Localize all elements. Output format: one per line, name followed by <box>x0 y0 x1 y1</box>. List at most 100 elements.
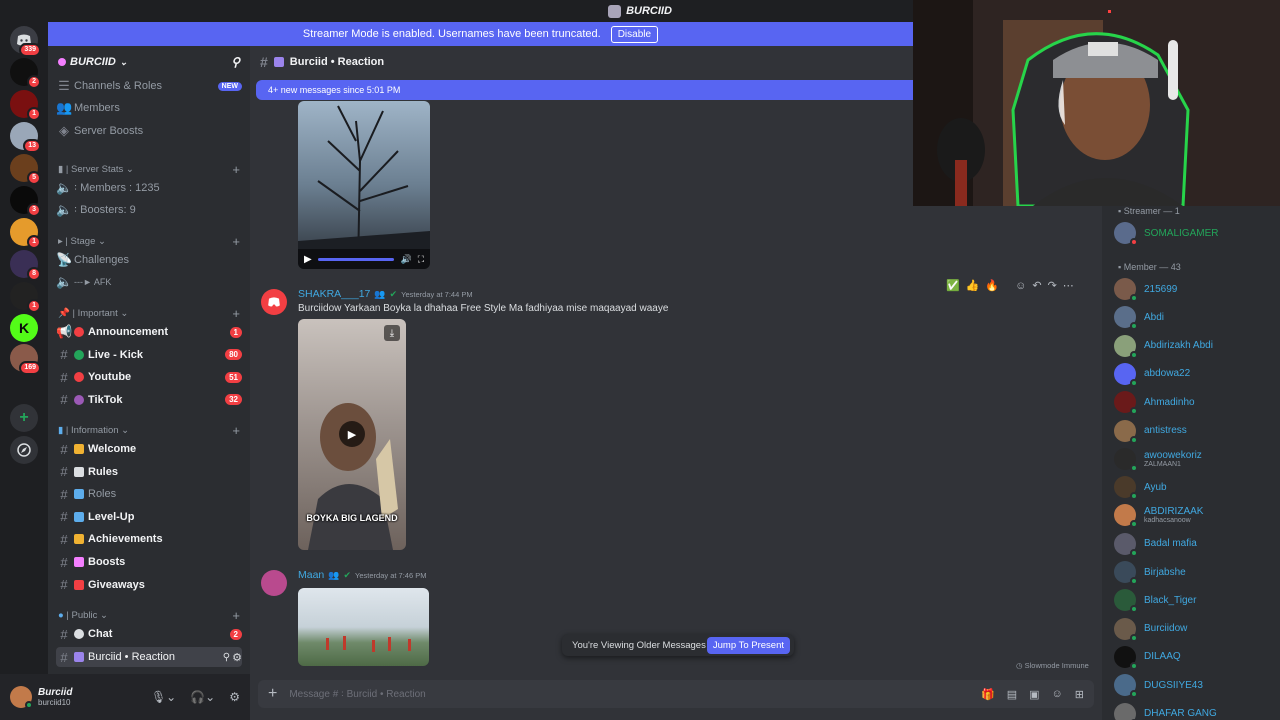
video-progress[interactable] <box>317 257 395 261</box>
disable-button[interactable]: Disable <box>610 25 659 43</box>
channel-item[interactable]: # Live - Kick 80 <box>56 345 242 365</box>
add-reaction-icon[interactable]: ☺ <box>1015 280 1026 292</box>
category-server-stats[interactable]: ▮ | Server Stats ⌄ + <box>58 161 240 177</box>
server-icon[interactable]: 13 <box>10 122 41 153</box>
sidebar-item-server-boosts[interactable]: ◈ Server Boosts <box>56 121 242 141</box>
plus-icon[interactable]: + <box>232 306 240 321</box>
avatar[interactable] <box>10 686 33 709</box>
channel-item[interactable]: # Youtube 51 <box>56 367 242 387</box>
play-icon[interactable]: ▶ <box>339 421 365 447</box>
server-icon[interactable]: 8 <box>10 250 41 281</box>
gear-icon[interactable]: ⚙ <box>232 651 242 664</box>
member-item[interactable]: awoowekoriz ZALMAAN1 <box>1114 447 1202 472</box>
channel-afk[interactable]: 🔈 ---► AFK <box>56 272 242 292</box>
sticker-icon[interactable]: ▣ <box>1029 688 1039 701</box>
add-server-button[interactable]: + <box>10 404 38 432</box>
member-item[interactable]: SOMALIGAMER <box>1114 221 1218 246</box>
channel-item[interactable]: # Achievements <box>56 529 242 549</box>
member-item[interactable]: abdowa22 <box>1114 362 1190 387</box>
message-input[interactable]: Message # ꞉ Burciid • Reaction <box>289 689 969 700</box>
check-reaction-icon[interactable]: ✅ <box>946 279 960 292</box>
server-icon[interactable]: 1 <box>10 218 41 249</box>
sidebar-item-members[interactable]: 👥 Members <box>56 98 242 118</box>
member-item[interactable]: 215699 <box>1114 277 1177 302</box>
message-author[interactable]: SHAKRA___17 <box>298 288 370 300</box>
avatar[interactable] <box>261 570 287 596</box>
member-item[interactable]: ABDIRIZAAK kadhacsanoow <box>1114 503 1203 529</box>
category-stage[interactable]: ▸ | Stage ⌄ + <box>58 233 240 249</box>
category-information[interactable]: ▮ | Information ⌄ + <box>58 422 240 438</box>
server-icon[interactable]: 3 <box>10 186 41 217</box>
sidebar-item-channels-roles[interactable]: ☰ Channels & Roles NEW <box>56 76 242 96</box>
stat-boosters[interactable]: 🔈 ꞉ Boosters: 9 <box>56 200 242 220</box>
message-author[interactable]: Maan <box>298 569 324 581</box>
channel-item[interactable]: # TikTok 32 <box>56 390 242 410</box>
channel-item[interactable]: 📢 Announcement 1 <box>56 322 242 342</box>
avatar[interactable] <box>261 289 287 315</box>
member-item[interactable]: DHAFAR GANG <box>1114 702 1217 720</box>
stat-members[interactable]: 🔈 ꞉ Members : 1235 <box>56 178 242 198</box>
volume-icon[interactable]: 🔊 <box>400 254 411 265</box>
channel-item[interactable]: # Rules <box>56 462 242 482</box>
apps-icon[interactable]: ⊞ <box>1075 688 1084 701</box>
fire-icon[interactable]: 🔥 <box>985 279 999 292</box>
plus-icon[interactable]: + <box>232 234 240 249</box>
member-item[interactable]: DILAAQ <box>1114 645 1181 670</box>
gift-icon[interactable]: 🎁 <box>981 688 995 701</box>
direct-messages-button[interactable]: 339 <box>10 26 41 57</box>
play-icon[interactable]: ▶ <box>304 254 312 265</box>
video-attachment[interactable] <box>298 588 429 666</box>
jump-to-present-button[interactable]: Jump To Present <box>706 636 790 654</box>
category-important[interactable]: 📌 | Important ⌄ + <box>58 305 240 321</box>
video-attachment[interactable]: ▶ 🔊 ⛶ <box>298 101 430 269</box>
channel-item[interactable]: # Giveaways <box>56 575 242 595</box>
server-header[interactable]: BURCIID ⌄ ⚲ <box>48 46 250 78</box>
member-item[interactable]: Abdirizakh Abdi <box>1114 334 1213 359</box>
plus-icon[interactable]: + <box>232 423 240 438</box>
microphone-icon[interactable]: 🎙⌄ <box>151 690 176 704</box>
reply-icon[interactable]: ↶ <box>1032 279 1041 292</box>
download-icon[interactable]: ⤓ <box>384 325 400 341</box>
fullscreen-icon[interactable]: ⛶ <box>418 254 424 265</box>
server-icon[interactable]: 1 <box>10 90 41 121</box>
headphones-icon[interactable]: 🎧⌄ <box>190 690 215 704</box>
member-item[interactable]: DUGSIIYE43 <box>1114 673 1203 699</box>
invite-people-icon[interactable]: ⚲ <box>231 55 240 69</box>
member-item[interactable]: Black_Tiger <box>1114 588 1196 614</box>
server-icon[interactable]: 1 <box>10 282 41 313</box>
server-icon[interactable]: 169 <box>10 344 41 375</box>
gear-icon[interactable]: ⚙ <box>229 690 240 704</box>
thumbs-up-icon[interactable]: 👍 <box>966 279 980 292</box>
channel-item[interactable]: # Roles <box>56 484 242 504</box>
server-icon[interactable]: K <box>10 314 38 342</box>
member-item[interactable]: Ayub <box>1114 475 1167 501</box>
discover-button[interactable] <box>10 436 38 464</box>
member-item[interactable]: Birjabshe <box>1114 560 1186 585</box>
member-item[interactable]: Burciidow <box>1114 617 1187 642</box>
server-icon[interactable]: 5 <box>10 154 41 185</box>
channel-item[interactable]: # Level-Up <box>56 507 242 527</box>
category-public[interactable]: ● | Public ⌄ + <box>58 607 240 623</box>
plus-icon[interactable]: + <box>232 608 240 623</box>
member-item[interactable]: antistress <box>1114 419 1187 444</box>
member-item[interactable]: Abdi <box>1114 305 1164 331</box>
gif-icon[interactable]: ▤ <box>1007 688 1017 701</box>
forward-icon[interactable]: ↷ <box>1048 279 1057 292</box>
plus-icon[interactable]: + <box>268 685 277 703</box>
message-text: Burciidow Yarkaan Boyka la dhahaa Free S… <box>298 303 669 314</box>
server-icon[interactable]: 2 <box>10 58 41 89</box>
video-attachment[interactable]: ⤓ ▶ BOYKA BIG LAGEND <box>298 319 406 550</box>
channel-chat[interactable]: # Chat 2 <box>56 624 242 644</box>
channel-challenges[interactable]: 📡 Challenges <box>56 250 242 270</box>
channel-item[interactable]: # Welcome <box>56 439 242 459</box>
member-item[interactable]: Ahmadinho <box>1114 390 1195 416</box>
member-item[interactable]: Badal mafia <box>1114 532 1197 557</box>
emoji-icon[interactable]: ☺ <box>1052 688 1063 700</box>
add-member-icon[interactable]: ⚲ <box>223 652 230 663</box>
new-messages-bar[interactable]: 4+ new messages since 5:01 PM <box>256 80 913 100</box>
channel-burciid-reaction[interactable]: # Burciid • Reaction ⚲ ⚙ <box>56 647 242 667</box>
message-composer[interactable]: + Message # ꞉ Burciid • Reaction 🎁 ▤ ▣ ☺… <box>258 680 1094 708</box>
plus-icon[interactable]: + <box>232 162 240 177</box>
channel-item[interactable]: # Boosts <box>56 552 242 572</box>
more-icon[interactable]: ⋯ <box>1063 279 1074 292</box>
